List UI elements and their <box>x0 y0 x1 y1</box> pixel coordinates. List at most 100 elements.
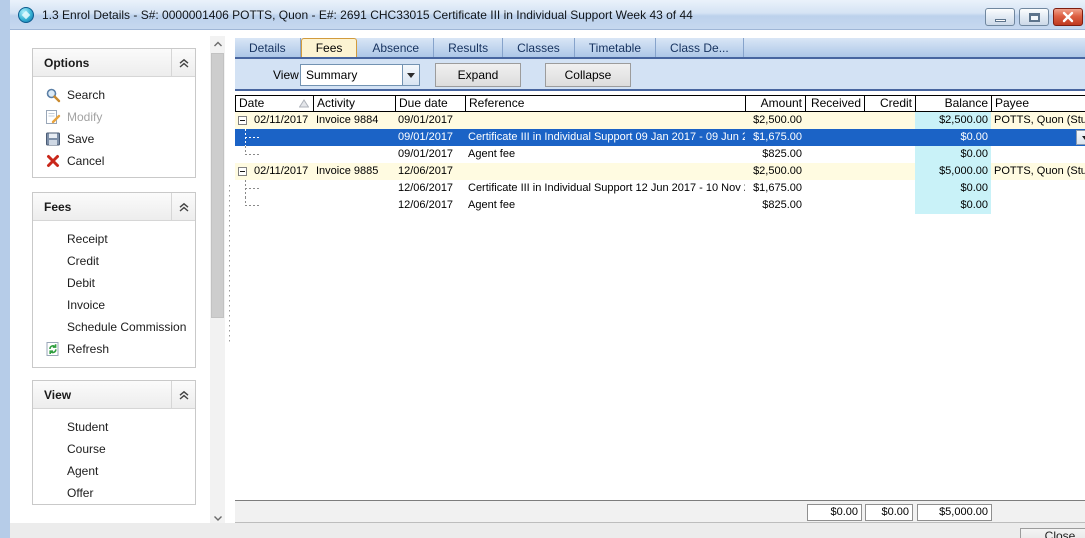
cell-due-date: 09/01/2017 <box>395 112 465 129</box>
options-collapse-button[interactable] <box>171 49 195 76</box>
total-balance: $5,000.00 <box>917 504 992 521</box>
options-panel: Options Search Modify <box>32 48 196 178</box>
view-collapse-button[interactable] <box>171 381 195 408</box>
expand-button[interactable]: Expand <box>435 63 521 87</box>
sidebar-item-label: Course <box>67 442 106 456</box>
chevron-down-icon <box>407 73 415 78</box>
tab-class-details[interactable]: Class De... <box>656 38 744 57</box>
sidebar-item-course[interactable]: Course <box>33 438 195 460</box>
tab-results[interactable]: Results <box>434 38 503 57</box>
sidebar-item-offer[interactable]: Offer <box>33 482 195 504</box>
sidebar-item-invoice[interactable]: Invoice <box>33 294 195 316</box>
sidebar-item-cancel[interactable]: Cancel <box>33 150 195 172</box>
sidebar-item-agent[interactable]: Agent <box>33 460 195 482</box>
cell-amount: $2,500.00 <box>745 112 805 129</box>
enrol-details-window: 1.3 Enrol Details - S#: 0000001406 POTTS… <box>0 0 1085 538</box>
cell-amount: $2,500.00 <box>745 163 805 180</box>
payee-dropdown-button[interactable] <box>1076 130 1085 145</box>
sidebar-item-credit[interactable]: Credit <box>33 250 195 272</box>
fees-panel-header: Fees <box>33 193 195 221</box>
double-chevron-up-icon <box>178 389 190 401</box>
table-row-agent-fee[interactable]: 12/06/2017 Agent fee $825.00 $0.00 <box>235 197 1085 214</box>
column-header-reference[interactable]: Reference <box>466 96 746 111</box>
table-row-invoice-9884[interactable]: 02/11/2017 Invoice 9884 09/01/2017 $2,50… <box>235 112 1085 129</box>
sidebar-item-debit[interactable]: Debit <box>33 272 195 294</box>
cell-credit <box>864 112 915 129</box>
close-window-button[interactable] <box>1053 8 1083 26</box>
footer-strip: Close <box>10 523 1085 538</box>
cell-received <box>805 112 864 129</box>
close-button[interactable]: Close <box>1020 528 1085 538</box>
fees-grid: Date Activity Due date Reference Amount … <box>235 95 1085 500</box>
combo-dropdown-button[interactable] <box>402 65 419 85</box>
column-header-received[interactable]: Received <box>806 96 865 111</box>
sidebar-item-schedule-commission[interactable]: Schedule Commission <box>33 316 195 338</box>
chevron-down-icon <box>1082 136 1085 140</box>
totals-bar: $0.00 $0.00 $5,000.00 <box>235 500 1085 523</box>
cell-reference <box>465 112 745 129</box>
sidebar-scrollbar[interactable] <box>210 36 225 525</box>
fees-toolbar: View Summary Expand Collapse <box>235 59 1085 91</box>
sidebar-item-label: Agent <box>67 464 98 478</box>
double-chevron-up-icon <box>178 57 190 69</box>
window-title: 1.3 Enrol Details - S#: 0000001406 POTTS… <box>42 8 693 22</box>
tab-absence[interactable]: Absence <box>358 38 434 57</box>
sidebar-item-search[interactable]: Search <box>33 84 195 106</box>
maximize-button[interactable] <box>1019 8 1049 26</box>
sidebar-item-refresh[interactable]: Refresh <box>33 338 195 360</box>
sidebar-item-student[interactable]: Student <box>33 416 195 438</box>
column-header-balance[interactable]: Balance <box>916 96 992 111</box>
column-header-payee[interactable]: Payee <box>992 96 1085 111</box>
column-header-date[interactable]: Date <box>236 96 314 111</box>
title-bar[interactable]: 1.3 Enrol Details - S#: 0000001406 POTTS… <box>0 0 1085 30</box>
double-chevron-up-icon <box>178 201 190 213</box>
tab-bar: Details Fees Absence Results Classes Tim… <box>235 38 1085 59</box>
panel-splitter[interactable] <box>229 185 230 345</box>
cell-reference: Agent fee <box>465 146 745 163</box>
tab-fees[interactable]: Fees <box>301 38 358 57</box>
table-row-agent-fee[interactable]: 09/01/2017 Agent fee $825.00 $0.00 <box>235 146 1085 163</box>
tree-collapse-icon[interactable] <box>238 116 247 125</box>
save-icon <box>45 131 61 147</box>
fees-panel: Fees Receipt Credit Debit Invoice Schedu… <box>32 192 196 368</box>
cell-received <box>805 163 864 180</box>
cell-due-date: 12/06/2017 <box>395 163 465 180</box>
table-row-selected-course-fee[interactable]: 09/01/2017 Certificate III in Individual… <box>235 129 1085 146</box>
cell-reference <box>465 163 745 180</box>
scroll-up-icon[interactable] <box>210 36 225 51</box>
sidebar-item-label: Modify <box>67 110 102 124</box>
sidebar-item-save[interactable]: Save <box>33 128 195 150</box>
fees-panel-title: Fees <box>44 200 71 214</box>
column-header-due-date[interactable]: Due date <box>396 96 466 111</box>
cell-date: 02/11/2017 <box>254 114 308 126</box>
view-dropdown-label: View <box>273 68 299 82</box>
cell-date: 02/11/2017 <box>254 165 308 177</box>
sidebar-item-receipt[interactable]: Receipt <box>33 228 195 250</box>
cell-due-date: 12/06/2017 <box>395 180 465 197</box>
column-header-activity[interactable]: Activity <box>314 96 396 111</box>
minimize-button[interactable] <box>985 8 1015 26</box>
sidebar-item-label: Schedule Commission <box>67 320 186 334</box>
total-received: $0.00 <box>807 504 862 521</box>
view-select-value: Summary <box>306 68 357 82</box>
sidebar-item-modify: Modify <box>33 106 195 128</box>
modify-icon <box>45 109 61 125</box>
tab-classes[interactable]: Classes <box>503 38 575 57</box>
table-row-course-fee[interactable]: 12/06/2017 Certificate III in Individual… <box>235 180 1085 197</box>
column-header-credit[interactable]: Credit <box>865 96 916 111</box>
scrollbar-thumb[interactable] <box>211 53 224 318</box>
column-header-amount[interactable]: Amount <box>746 96 806 111</box>
view-select[interactable]: Summary <box>300 64 420 86</box>
tab-timetable[interactable]: Timetable <box>575 38 656 57</box>
tree-collapse-icon[interactable] <box>238 167 247 176</box>
sidebar-item-label: Student <box>67 420 108 434</box>
fees-collapse-button[interactable] <box>171 193 195 220</box>
cell-amount: $1,675.00 <box>745 180 805 197</box>
tab-details[interactable]: Details <box>235 38 301 57</box>
table-row-invoice-9885[interactable]: 02/11/2017 Invoice 9885 12/06/2017 $2,50… <box>235 163 1085 180</box>
close-icon <box>1054 9 1082 25</box>
sidebar-item-label: Search <box>67 88 105 102</box>
cell-balance: $0.00 <box>915 197 991 214</box>
collapse-button[interactable]: Collapse <box>545 63 631 87</box>
cell-payee: POTTS, Quon (Stude <box>991 112 1085 129</box>
